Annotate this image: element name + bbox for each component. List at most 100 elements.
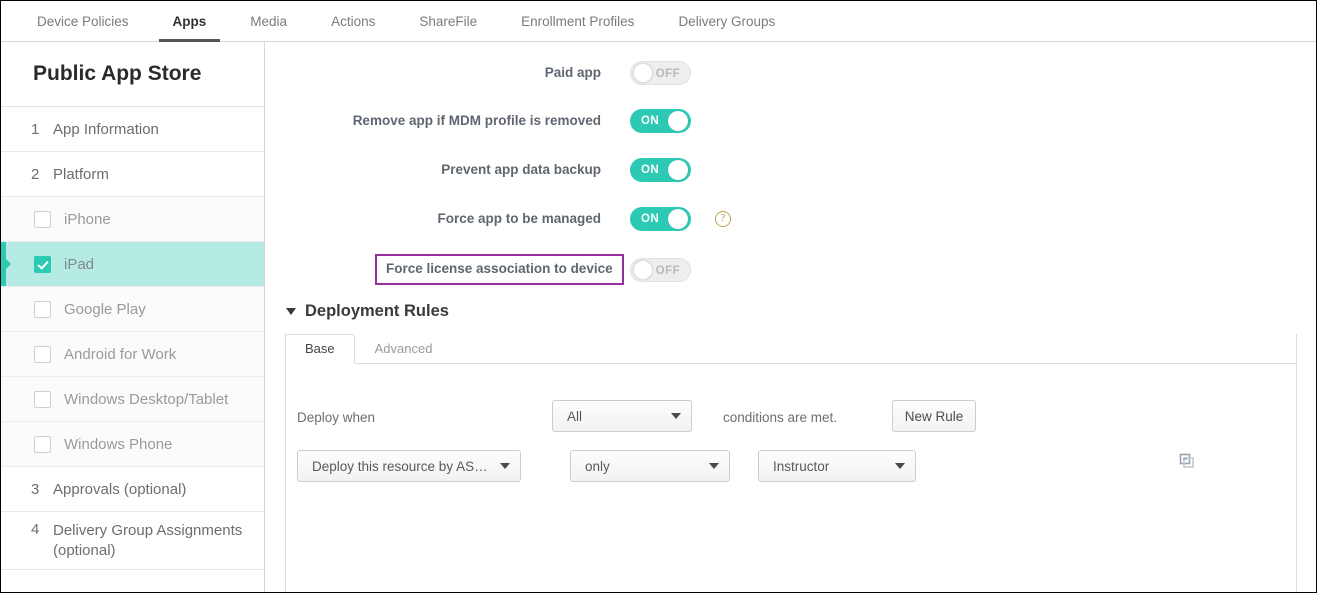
chevron-down-icon xyxy=(709,463,719,469)
setting-row-force-app-to-be-managed: Force app to be managed ON ? xyxy=(266,206,1026,232)
main-content: Paid app OFF Remove app if MDM profile i… xyxy=(266,42,1316,592)
tab-delivery-groups[interactable]: Delivery Groups xyxy=(656,1,797,41)
setting-row-force-license-association: Force license association to device OFF xyxy=(266,254,966,286)
match-condition-dropdown[interactable]: All xyxy=(552,400,692,432)
button-label: New Rule xyxy=(905,409,964,424)
chevron-down-icon xyxy=(500,463,510,469)
dropdown-value: only xyxy=(585,459,699,474)
deploy-when-label: Deploy when xyxy=(297,410,375,425)
platform-label: Windows Desktop/Tablet xyxy=(64,391,228,408)
sidebar-item-app-information[interactable]: 1 App Information xyxy=(1,107,264,152)
tab-enrollment-profiles[interactable]: Enrollment Profiles xyxy=(499,1,656,41)
conditions-are-met-label: conditions are met. xyxy=(723,410,837,425)
tab-label: Base xyxy=(305,341,335,356)
tab-label: Apps xyxy=(173,14,207,29)
sidebar-item-approvals[interactable]: 3 Approvals (optional) xyxy=(1,467,264,512)
help-icon[interactable]: ? xyxy=(715,211,731,227)
toggle-force-license-association[interactable]: OFF xyxy=(630,258,691,282)
copy-icon[interactable] xyxy=(1178,452,1196,475)
sidebar-item-ipad[interactable]: iPad xyxy=(1,242,264,287)
tab-label: ShareFile xyxy=(419,14,477,29)
tab-media[interactable]: Media xyxy=(228,1,309,41)
rule-property-dropdown[interactable]: Deploy this resource by ASM... xyxy=(297,450,521,482)
toggle-paid-app[interactable]: OFF xyxy=(630,61,691,85)
checkbox-icon[interactable] xyxy=(34,211,51,228)
toggle-state-label: ON xyxy=(641,207,659,231)
rule-value-dropdown[interactable]: Instructor xyxy=(758,450,916,482)
tab-label: Enrollment Profiles xyxy=(521,14,634,29)
toggle-state-label: ON xyxy=(641,158,659,182)
checkbox-icon[interactable] xyxy=(34,436,51,453)
dropdown-value: All xyxy=(567,409,661,424)
platform-label: Google Play xyxy=(64,301,146,318)
tab-device-policies[interactable]: Device Policies xyxy=(15,1,151,41)
tab-label: Delivery Groups xyxy=(678,14,775,29)
setting-label: Paid app xyxy=(545,65,601,80)
tab-apps[interactable]: Apps xyxy=(151,1,229,41)
sidebar-item-android-for-work[interactable]: Android for Work xyxy=(1,332,264,377)
toggle-knob xyxy=(633,63,653,83)
rule-operator-dropdown[interactable]: only xyxy=(570,450,730,482)
tab-advanced[interactable]: Advanced xyxy=(355,334,453,364)
sidebar-item-label: Platform xyxy=(53,166,109,183)
sidebar-item-google-play[interactable]: Google Play xyxy=(1,287,264,332)
step-number: 3 xyxy=(31,481,53,498)
chevron-down-icon xyxy=(286,308,296,315)
setting-row-remove-app-if-mdm-profile-removed: Remove app if MDM profile is removed ON xyxy=(266,108,966,134)
deployment-tabstrip: Base Advanced xyxy=(285,334,1297,364)
toggle-knob xyxy=(668,111,688,131)
platform-label: Android for Work xyxy=(64,346,176,363)
toggle-knob xyxy=(668,209,688,229)
new-rule-button[interactable]: New Rule xyxy=(892,400,976,432)
page-title: Public App Store xyxy=(1,42,264,107)
checkbox-checked-icon[interactable] xyxy=(34,256,51,273)
top-tab-bar: Device Policies Apps Media Actions Share… xyxy=(1,1,1316,42)
step-number: 4 xyxy=(31,521,53,538)
tab-label: Media xyxy=(250,14,287,29)
platform-label: iPhone xyxy=(64,211,111,228)
step-number: 1 xyxy=(31,121,53,138)
sidebar-item-label: App Information xyxy=(53,121,159,138)
highlight-annotation: Force license association to device xyxy=(375,254,624,285)
sidebar-item-platform[interactable]: 2 Platform xyxy=(1,152,264,197)
tab-actions[interactable]: Actions xyxy=(309,1,397,41)
toggle-state-label: OFF xyxy=(656,259,680,283)
checkbox-icon[interactable] xyxy=(34,301,51,318)
setting-row-prevent-app-data-backup: Prevent app data backup ON xyxy=(266,157,966,183)
sidebar-item-label: Delivery Group Assignments (optional) xyxy=(53,521,264,562)
setting-row-paid-app: Paid app OFF xyxy=(266,60,966,86)
setting-label: Prevent app data backup xyxy=(441,162,601,177)
app-window: Device Policies Apps Media Actions Share… xyxy=(0,0,1317,593)
tab-label: Actions xyxy=(331,14,375,29)
deployment-rules-header[interactable]: Deployment Rules xyxy=(286,302,449,321)
setting-label: Remove app if MDM profile is removed xyxy=(353,113,601,128)
tab-label: Advanced xyxy=(375,341,433,356)
setting-label: Force app to be managed xyxy=(437,211,601,226)
dropdown-value: Deploy this resource by ASM... xyxy=(312,459,490,474)
platform-label: iPad xyxy=(64,256,94,273)
tab-sharefile[interactable]: ShareFile xyxy=(397,1,499,41)
toggle-knob xyxy=(633,260,653,280)
toggle-force-app-to-be-managed[interactable]: ON xyxy=(630,207,691,231)
toggle-state-label: OFF xyxy=(656,62,680,86)
sidebar-item-iphone[interactable]: iPhone xyxy=(1,197,264,242)
sidebar-item-windows-phone[interactable]: Windows Phone xyxy=(1,422,264,467)
tab-label: Device Policies xyxy=(37,14,129,29)
checkbox-icon[interactable] xyxy=(34,391,51,408)
toggle-knob xyxy=(668,160,688,180)
tab-base[interactable]: Base xyxy=(285,334,355,364)
sidebar-item-windows-desktop-tablet[interactable]: Windows Desktop/Tablet xyxy=(1,377,264,422)
platform-label: Windows Phone xyxy=(64,436,172,453)
checkbox-icon[interactable] xyxy=(34,346,51,363)
chevron-down-icon xyxy=(671,413,681,419)
setting-label: Force license association to device xyxy=(386,261,613,276)
wizard-sidebar: Public App Store 1 App Information 2 Pla… xyxy=(1,42,265,593)
toggle-prevent-app-data-backup[interactable]: ON xyxy=(630,158,691,182)
deployment-rules-title: Deployment Rules xyxy=(305,302,449,321)
toggle-remove-app-if-mdm-profile-removed[interactable]: ON xyxy=(630,109,691,133)
toggle-state-label: ON xyxy=(641,109,659,133)
sidebar-item-label: Approvals (optional) xyxy=(53,481,186,498)
step-number: 2 xyxy=(31,166,53,183)
sidebar-item-delivery-group-assignments[interactable]: 4 Delivery Group Assignments (optional) xyxy=(1,512,264,570)
dropdown-value: Instructor xyxy=(773,459,885,474)
